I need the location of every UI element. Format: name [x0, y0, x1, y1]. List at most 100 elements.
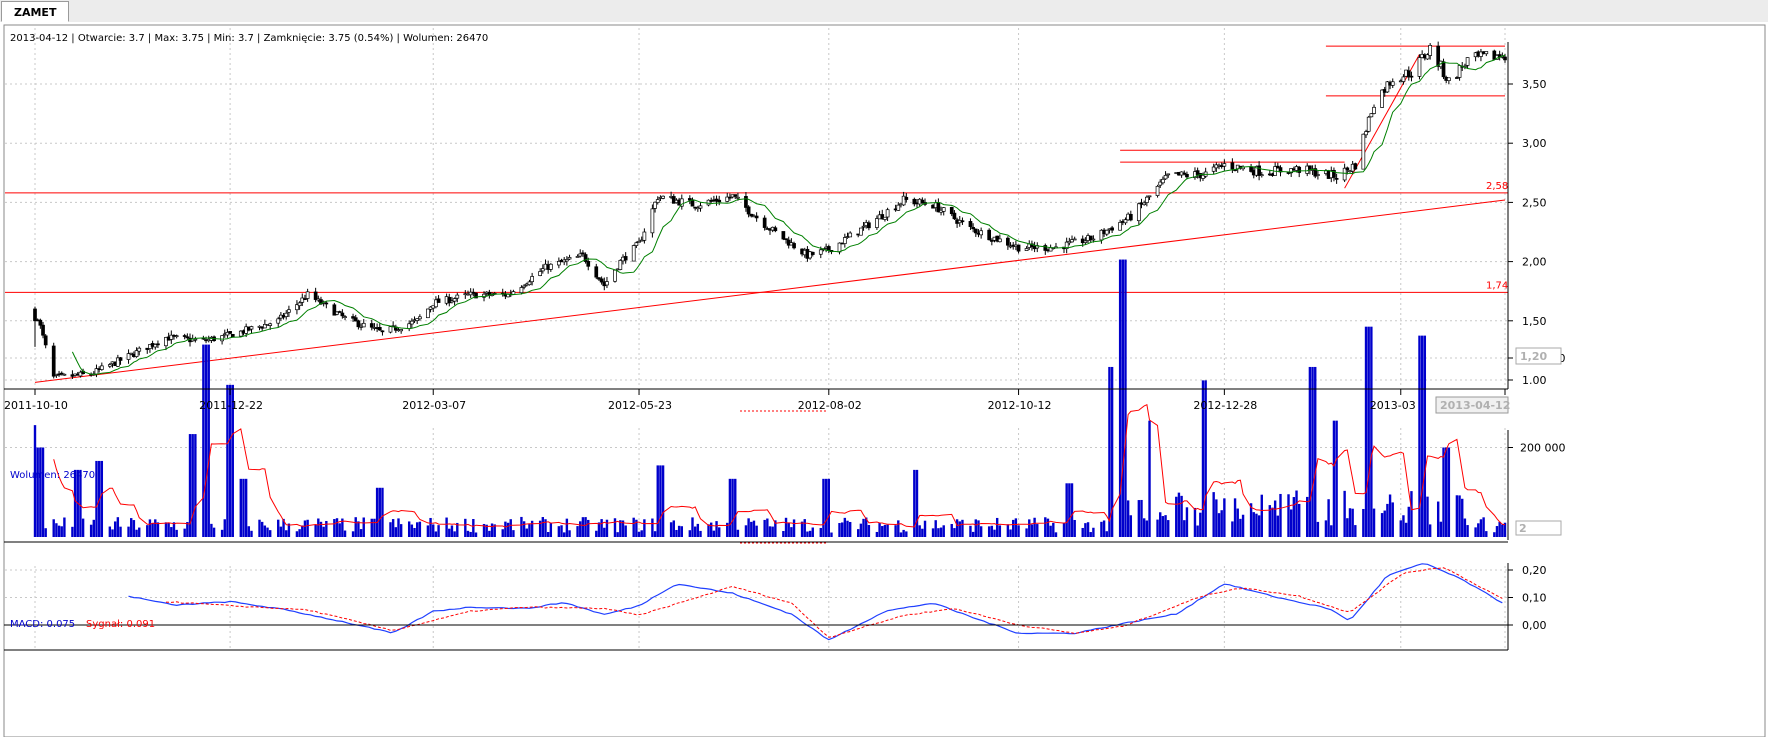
volume-bar	[653, 531, 657, 537]
volume-bar	[239, 478, 242, 537]
volume-bar	[1036, 524, 1039, 537]
candle	[452, 298, 457, 302]
volume-bar	[44, 528, 47, 537]
candle	[1072, 238, 1077, 241]
volume-bar	[827, 478, 830, 537]
volume-bar	[1362, 508, 1365, 537]
volume-bar	[1175, 496, 1178, 537]
volume-bar	[1108, 366, 1111, 537]
tab-bar: ZAMET	[0, 0, 1768, 23]
volume-bar	[867, 525, 871, 537]
volume-bar	[838, 523, 841, 537]
volume-bar	[934, 520, 937, 537]
volume-bar	[771, 526, 774, 537]
volume-bar	[1498, 521, 1501, 537]
volume-bar	[803, 519, 806, 537]
volume-bar	[921, 528, 924, 537]
volume-bar	[466, 530, 470, 537]
volume-bar	[568, 530, 571, 537]
volume-bar	[1420, 335, 1424, 537]
volume-bar	[335, 518, 339, 537]
volume-bar	[995, 517, 999, 537]
volume-bar	[1343, 490, 1346, 537]
volume-bar	[154, 519, 157, 537]
chart[interactable]: 2,58 1,74 1.00 1,50 2,00 2,50 3,00 3,50 200 000…	[0, 22, 1768, 737]
volume-bar	[1466, 525, 1469, 537]
candle	[1006, 237, 1010, 246]
volume-bar	[1142, 518, 1146, 537]
candle	[43, 335, 48, 346]
volume-bar	[1330, 525, 1333, 537]
volume-bar	[680, 526, 683, 537]
volume-bar	[1062, 522, 1066, 537]
volume-bar	[1428, 524, 1432, 537]
candle	[875, 218, 879, 228]
volume-bar	[987, 526, 991, 537]
candle	[361, 322, 366, 328]
candle	[1361, 133, 1366, 170]
candle	[896, 204, 901, 211]
volume-bar	[1404, 522, 1408, 537]
volume-bar	[1292, 497, 1296, 537]
volume-bar	[1463, 518, 1467, 537]
price-y-tick-label: 1.00	[1522, 374, 1547, 387]
volume-bar	[859, 523, 863, 537]
candle	[744, 196, 748, 208]
volume-bar	[1167, 520, 1170, 537]
volume-bar	[993, 529, 996, 537]
volume-bar	[905, 531, 908, 537]
candle	[949, 207, 954, 215]
candle	[960, 220, 965, 223]
candle	[1366, 116, 1371, 132]
volume-bar	[1121, 259, 1124, 537]
volume-bar	[923, 520, 927, 537]
candle	[1390, 81, 1395, 86]
volume-bar	[1426, 496, 1429, 537]
candle	[1222, 163, 1227, 167]
volume-bar	[357, 521, 360, 537]
candle	[883, 216, 887, 220]
candle	[1417, 57, 1422, 77]
volume-bar	[669, 522, 673, 537]
volume-bar	[699, 530, 702, 537]
candle	[1316, 174, 1320, 176]
volume-bar	[132, 520, 136, 537]
volume-bar	[1164, 515, 1167, 537]
volume-bar	[397, 518, 400, 537]
candle	[784, 238, 788, 241]
volume-bar	[509, 519, 512, 537]
candle	[33, 308, 37, 322]
volume-bar	[846, 520, 849, 537]
volume-bar	[637, 531, 641, 537]
volume-bar	[1159, 512, 1162, 537]
candle	[634, 242, 639, 246]
tab-zamet[interactable]: ZAMET	[1, 1, 70, 22]
volume-bar	[212, 527, 216, 537]
volume-bar	[1140, 499, 1143, 537]
volume-bar	[1324, 520, 1328, 537]
volume-bar	[1193, 507, 1197, 537]
volume-bar	[1306, 496, 1309, 537]
candle	[1091, 238, 1096, 241]
volume-bar	[1295, 490, 1298, 537]
candle	[519, 287, 524, 294]
candle	[1104, 229, 1109, 235]
candle	[107, 364, 112, 367]
candle	[324, 302, 329, 305]
volume-bar	[1129, 515, 1133, 537]
candle	[287, 309, 291, 313]
volume-bar	[354, 517, 357, 537]
volume-bar	[194, 434, 197, 537]
volume-bar	[752, 520, 756, 537]
volume-title: Wolumen: 26470	[10, 470, 95, 481]
volume-bar	[974, 519, 977, 537]
volume-bar	[840, 522, 844, 537]
volume-bar	[512, 530, 515, 537]
volume-bar	[755, 525, 758, 537]
volume-bar	[1241, 514, 1245, 537]
volume-bar	[990, 525, 994, 537]
volume-bar	[1332, 420, 1336, 537]
volume-bar	[164, 522, 168, 537]
volume-bar	[432, 524, 435, 537]
volume-bar	[1461, 498, 1464, 537]
